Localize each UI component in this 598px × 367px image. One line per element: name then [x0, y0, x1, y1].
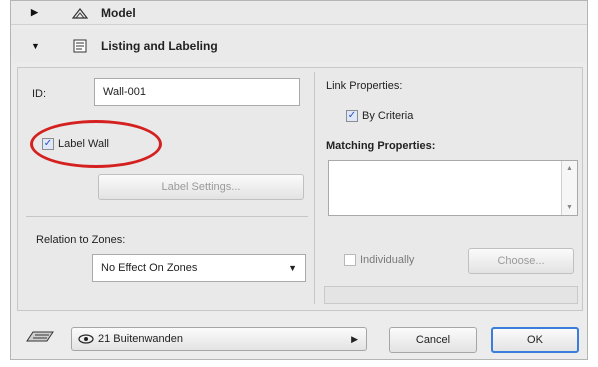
section-listing-label: Listing and Labeling	[101, 39, 218, 53]
id-label: ID:	[32, 88, 47, 100]
choose-button[interactable]: Choose...	[468, 248, 574, 274]
status-field	[324, 286, 578, 304]
section-model-header[interactable]: ▶ Model	[11, 1, 587, 25]
relation-to-zones-label: Relation to Zones:	[36, 234, 126, 246]
link-properties-label: Link Properties:	[326, 80, 403, 92]
column-divider	[314, 72, 315, 304]
layer-icon	[26, 331, 54, 342]
section-listing-header[interactable]: ▼ Listing and Labeling	[11, 29, 587, 63]
listing-labeling-icon	[73, 39, 87, 53]
listing-labeling-panel: ID: Wall-001 ✓ Label Wall Label Settings…	[17, 67, 583, 311]
id-input[interactable]: Wall-001	[94, 78, 300, 106]
expanded-triangle-icon[interactable]: ▼	[31, 41, 40, 51]
section-model-label: Model	[101, 5, 136, 20]
dropdown-arrow-icon: ▼	[288, 263, 297, 273]
list-scrollbar[interactable]: ▲ ▼	[561, 161, 577, 215]
by-criteria-label: By Criteria	[362, 110, 414, 122]
dialog-footer: 21 Buitenwanden ▶ Cancel OK	[11, 317, 587, 361]
submenu-arrow-icon: ▶	[351, 333, 358, 344]
matching-properties-label: Matching Properties:	[326, 140, 436, 152]
model-section-icon	[71, 7, 89, 19]
individually-checkbox[interactable]	[344, 254, 356, 266]
eye-icon	[78, 334, 94, 344]
label-settings-button[interactable]: Label Settings...	[98, 174, 304, 200]
highlight-oval	[30, 120, 162, 168]
individually-label: Individually	[360, 254, 415, 266]
scroll-up-arrow-icon[interactable]: ▲	[566, 165, 573, 172]
by-criteria-checkbox[interactable]: ✓	[346, 110, 358, 122]
ok-button[interactable]: OK	[491, 327, 579, 353]
matching-properties-list[interactable]: ▲ ▼	[328, 160, 578, 216]
wall-settings-dialog: ▶ Model ▼ Listing and Labeling ID: Wall-…	[10, 0, 588, 360]
relation-to-zones-select[interactable]: No Effect On Zones ▼	[92, 254, 306, 282]
left-divider	[26, 216, 308, 217]
collapsed-triangle-icon[interactable]: ▶	[31, 7, 38, 18]
layer-select[interactable]: 21 Buitenwanden ▶	[71, 327, 367, 351]
scroll-down-arrow-icon[interactable]: ▼	[566, 204, 573, 211]
cancel-button[interactable]: Cancel	[389, 327, 477, 353]
relation-to-zones-value: No Effect On Zones	[101, 262, 198, 274]
layer-select-value: 21 Buitenwanden	[98, 333, 184, 345]
